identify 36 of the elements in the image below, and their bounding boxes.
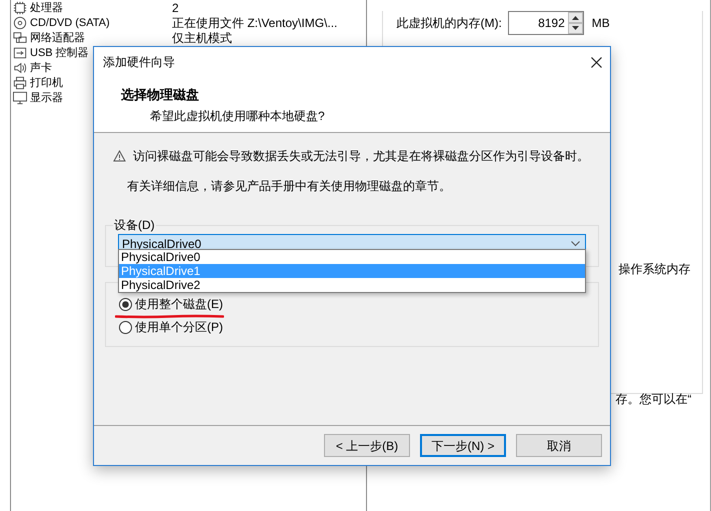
device-summary: 2 <box>172 0 179 14</box>
memory-label: 此虚拟机的内存(M): <box>396 15 502 32</box>
radio-label[interactable]: 使用整个磁盘(E) <box>135 295 223 313</box>
device-name[interactable]: 网络适配器 <box>30 30 172 44</box>
info-text: 有关详细信息，请参见产品手册中有关使用物理磁盘的章节。 <box>127 178 451 195</box>
speaker-icon <box>13 60 27 74</box>
usb-port-icon <box>13 46 27 60</box>
page-subtitle: 希望此虚拟机使用哪种本地硬盘? <box>150 108 325 124</box>
disc-icon <box>13 16 27 30</box>
network-icon <box>13 30 27 44</box>
warning-text: 访问裸磁盘可能会导致数据丢失或无法引导，尤其是在将裸磁盘分区作为引导设备时。 <box>133 148 589 165</box>
wizard-button[interactable]: < 上一步(B) <box>324 434 410 457</box>
memory-note-text: 存。您可以在“ <box>615 391 692 408</box>
memory-unit: MB <box>592 15 610 32</box>
close-icon[interactable] <box>591 56 602 68</box>
monitor-icon <box>13 90 27 104</box>
page-heading: 选择物理磁盘 <box>121 86 199 104</box>
radio-button[interactable] <box>119 298 132 310</box>
dropdown-option[interactable]: PhysicalDrive2 <box>119 278 585 292</box>
device-name[interactable]: 处理器 <box>30 0 172 14</box>
radio-button[interactable] <box>119 320 132 334</box>
memory-spinbox[interactable]: 8192 <box>508 11 584 35</box>
device-summary: 正在使用文件 Z:\Ventoy\IMG\... <box>172 16 338 30</box>
warning-icon <box>113 150 126 162</box>
dialog-title: 添加硬件向导 <box>103 54 175 71</box>
printer-icon <box>13 76 27 90</box>
wizard-button[interactable]: 取消 <box>516 434 602 457</box>
memory-note-text: 操作系统内存 <box>618 261 690 278</box>
chevron-down-icon <box>571 241 580 247</box>
spinner-arrows-icon[interactable] <box>568 12 583 34</box>
wizard-button[interactable]: 下一步(N) > <box>420 434 506 457</box>
chip-icon <box>13 0 27 14</box>
device-summary: 仅主机模式 <box>172 30 232 44</box>
group-label: 设备(D) <box>113 217 156 233</box>
device-name[interactable]: CD/DVD (SATA) <box>30 16 172 30</box>
radio-label[interactable]: 使用单个分区(P) <box>135 318 223 336</box>
